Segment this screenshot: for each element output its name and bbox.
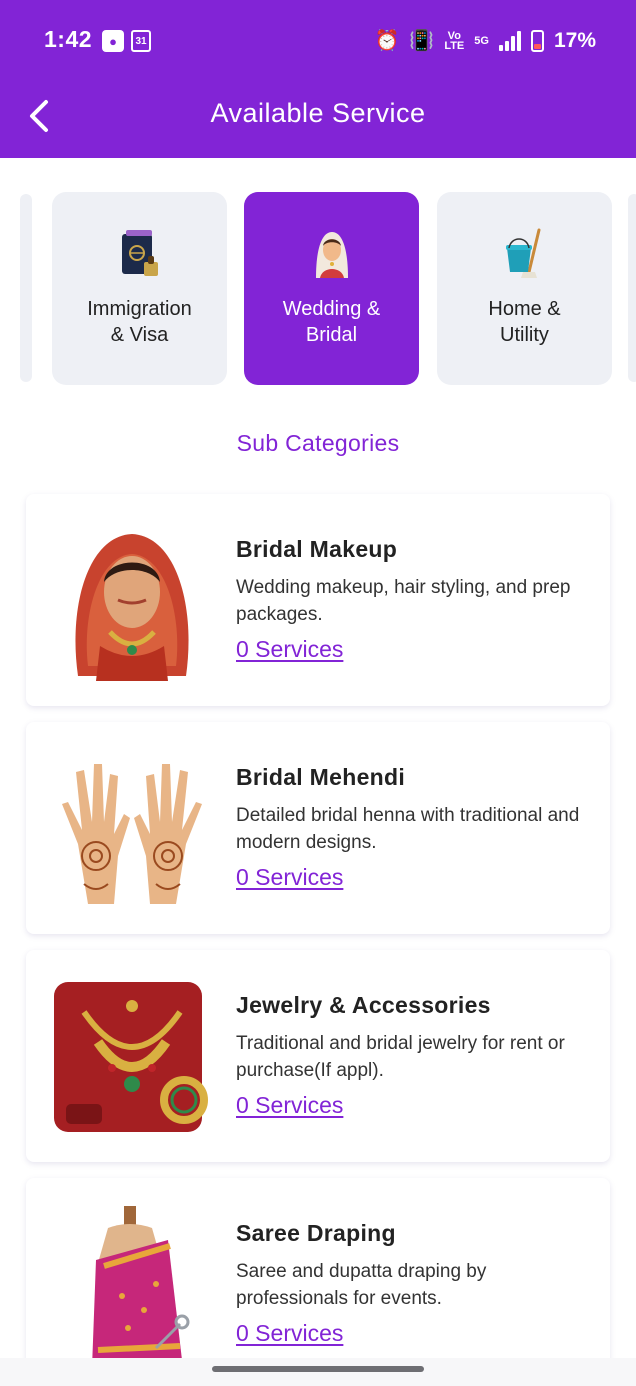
status-right-icons: ⏰ 📳 Vo LTE 5G 17%: [374, 26, 596, 56]
teams-notification-icon: ●: [102, 30, 124, 52]
battery-percent: 17%: [553, 29, 596, 52]
category-label: Wedding & Bridal: [282, 298, 381, 346]
subcategory-card-bridal-mehendi[interactable]: Bridal Mehendi Detailed bridal henna wit…: [26, 722, 610, 934]
home-gesture-handle[interactable]: [212, 1366, 424, 1372]
henna-hands-image: [48, 744, 216, 912]
subcategory-description: Saree and dupatta draping by professiona…: [236, 1261, 487, 1309]
signal-icon: [498, 31, 521, 51]
category-carousel[interactable]: Immigration & Visa Wedding & Bridal Home: [0, 192, 636, 386]
services-link[interactable]: 0 Services: [236, 636, 343, 663]
page-title: Available Service: [210, 98, 426, 128]
category-tile-home-utility[interactable]: Home & Utility: [437, 192, 612, 385]
status-time: 1:42: [44, 26, 93, 52]
category-label: Home & Utility: [488, 298, 561, 346]
category-tile-immigration-visa[interactable]: Immigration & Visa: [52, 192, 227, 385]
network-type-icon: 5G: [474, 35, 489, 47]
volte-icon: Vo LTE: [444, 31, 465, 52]
subcategories-heading: Sub Categories: [236, 430, 400, 456]
subcategory-name: Saree Draping: [236, 1220, 396, 1246]
mop-bucket-icon: [499, 228, 551, 280]
category-tile-wedding-bridal[interactable]: Wedding & Bridal: [244, 192, 419, 385]
subcategory-card-saree-draping[interactable]: Saree Draping Saree and dupatta draping …: [26, 1178, 610, 1386]
subcategory-description: Wedding makeup, hair styling, and prep p…: [236, 577, 571, 625]
subcategory-name: Bridal Mehendi: [236, 764, 406, 790]
status-bar: 1:42 ● 31 ⏰ 📳 Vo LTE 5G 17%: [0, 0, 636, 84]
subcategory-card-bridal-makeup[interactable]: Bridal Makeup Wedding makeup, hair styli…: [26, 494, 610, 706]
bride-portrait-image: [48, 516, 216, 684]
vibrate-icon: 📳: [409, 30, 435, 52]
volte-bottom-label: LTE: [444, 40, 465, 52]
services-link[interactable]: 0 Services: [236, 1092, 343, 1119]
subcategory-name: Bridal Makeup: [236, 536, 398, 562]
alarm-icon: ⏰: [374, 30, 400, 52]
subcategory-description: Traditional and bridal jewelry for rent …: [236, 1033, 565, 1081]
subcategory-description: Detailed bridal henna with traditional a…: [236, 805, 580, 853]
saree-mannequin-image: [48, 1200, 216, 1368]
category-tile-partial-left[interactable]: [20, 194, 32, 382]
services-link[interactable]: 0 Services: [236, 864, 343, 891]
services-link[interactable]: 0 Services: [236, 1320, 343, 1347]
passport-icon: [114, 228, 166, 280]
calendar-notification-icon: 31: [131, 30, 151, 52]
battery-icon: [530, 30, 544, 52]
bride-icon: [306, 228, 358, 280]
app-header: 1:42 ● 31 ⏰ 📳 Vo LTE 5G 17% Available Ser…: [0, 0, 636, 158]
subcategory-card-jewelry-accessories[interactable]: Jewelry & Accessories Traditional and br…: [26, 950, 610, 1162]
category-label: Immigration & Visa: [87, 298, 192, 346]
category-tile-partial-right[interactable]: [628, 194, 636, 382]
system-navigation-bar: [0, 1358, 636, 1386]
jewelry-set-image: [48, 972, 216, 1140]
subcategory-name: Jewelry & Accessories: [236, 992, 491, 1018]
